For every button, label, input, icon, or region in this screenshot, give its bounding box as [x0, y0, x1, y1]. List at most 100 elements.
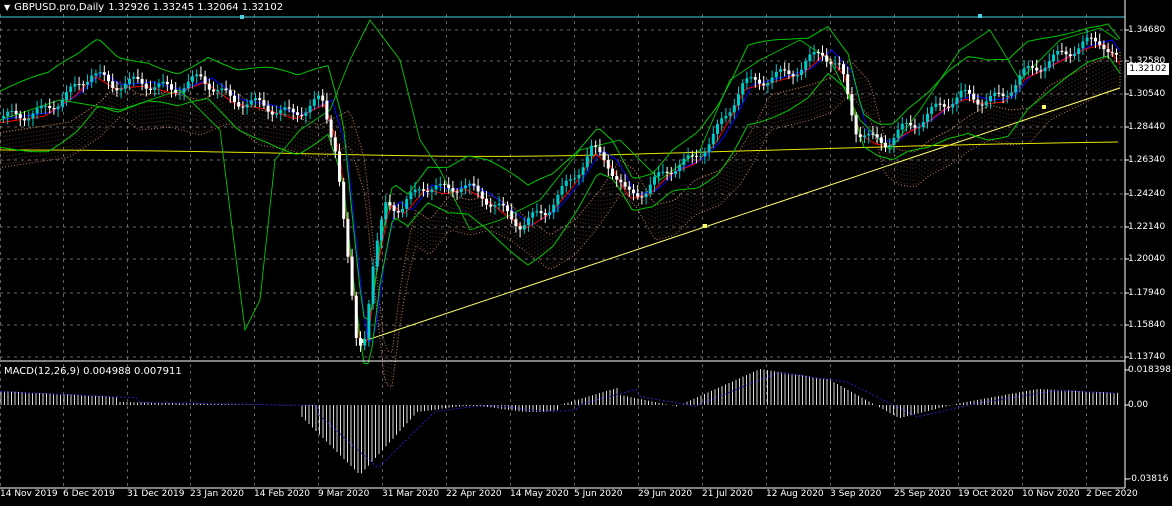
- candle-body: [174, 89, 178, 93]
- candle-body: [913, 125, 917, 128]
- candle-body: [581, 167, 585, 175]
- time-axis-label: 31 Mar 2020: [382, 489, 440, 499]
- macd-axis-label: 0.018398: [1128, 365, 1171, 375]
- candle-body: [476, 185, 480, 192]
- macd-signal-line: [0, 372, 1117, 467]
- candle-body: [2, 116, 5, 118]
- time-axis-label: 12 Aug 2020: [766, 489, 824, 499]
- candle-body: [329, 119, 333, 138]
- candle-body: [690, 155, 694, 157]
- price-axis-label: 1.13740: [1128, 352, 1166, 362]
- candle-body: [947, 106, 950, 108]
- candle-body: [119, 88, 123, 91]
- candle-body: [128, 78, 131, 84]
- candle-body: [233, 95, 236, 103]
- candle-body: [661, 171, 665, 173]
- candle-body: [665, 171, 669, 173]
- candle-body: [749, 77, 753, 79]
- dropdown-triangle-icon[interactable]: ▼: [4, 3, 10, 12]
- candle-body: [959, 90, 963, 98]
- candle-body: [77, 83, 81, 85]
- candle-body: [602, 152, 606, 160]
- candle-body: [165, 81, 169, 85]
- momentum-line: [0, 19, 1119, 332]
- candle-body: [795, 74, 799, 77]
- candle-body: [1085, 37, 1089, 42]
- candle-body: [199, 74, 203, 77]
- candle-body: [632, 189, 635, 194]
- candle-body: [846, 74, 850, 95]
- candle-body: [287, 107, 291, 109]
- candle-body: [191, 76, 194, 82]
- candle-body: [728, 112, 732, 116]
- candle-body: [115, 87, 119, 91]
- candle-body: [258, 98, 262, 101]
- price-chart[interactable]: [0, 0, 1172, 506]
- candle-body: [346, 218, 350, 257]
- candle-body: [569, 179, 572, 181]
- candle-body: [157, 83, 161, 88]
- candle-body: [262, 100, 266, 106]
- candle-body: [892, 137, 896, 145]
- candle-body: [413, 189, 417, 193]
- candle-body: [842, 64, 845, 75]
- candle-body: [430, 189, 434, 193]
- slow-ma-line: [0, 39, 1121, 343]
- candle-body: [275, 113, 278, 115]
- candle-body: [577, 174, 581, 179]
- candle-body: [1052, 54, 1055, 62]
- candle-body: [938, 103, 942, 105]
- candle-body: [396, 210, 400, 213]
- candle-body: [409, 192, 413, 200]
- candle-body: [930, 106, 934, 114]
- macd-histogram: [0, 369, 1118, 474]
- candle-body: [993, 92, 997, 96]
- candle-body: [283, 107, 287, 110]
- candle-body: [699, 156, 703, 158]
- candle-body: [804, 61, 808, 70]
- time-axis-label: 2 Dec 2020: [1086, 489, 1138, 499]
- resistance-handle: [240, 15, 244, 19]
- trend-handle: [703, 224, 707, 228]
- candle-body: [1026, 66, 1030, 69]
- candle-body: [459, 188, 463, 193]
- candle-body: [342, 181, 346, 219]
- candle-body: [951, 104, 955, 108]
- candle-body: [195, 74, 199, 77]
- candle-body: [1001, 93, 1005, 97]
- candle-body: [573, 178, 577, 180]
- candle-body: [653, 176, 656, 185]
- candle-body: [354, 295, 358, 339]
- candle-body: [207, 83, 211, 90]
- candle-body: [60, 99, 64, 107]
- candle-body: [942, 104, 946, 107]
- candle-body: [657, 172, 661, 177]
- candle-body: [1094, 37, 1097, 42]
- candle-body: [627, 186, 631, 190]
- price-axis-label: 1.20040: [1128, 254, 1166, 264]
- candle-body: [300, 115, 304, 117]
- candle-body: [976, 99, 980, 105]
- candle-body: [170, 84, 173, 90]
- time-axis-label: 25 Sep 2020: [894, 489, 952, 499]
- candle-body: [774, 71, 778, 78]
- candle-body: [514, 219, 518, 227]
- price-axis-label: 1.34680: [1128, 25, 1166, 35]
- candle-body: [623, 182, 627, 187]
- candle-body: [884, 142, 887, 148]
- candle-body: [1039, 70, 1043, 72]
- candle-body: [812, 52, 816, 55]
- ichimoku-cloud: [0, 51, 1121, 388]
- candle-body: [619, 179, 623, 183]
- candle-body: [560, 185, 564, 195]
- time-axis-label: 19 Oct 2020: [958, 489, 1014, 499]
- candle-body: [703, 152, 707, 157]
- candle-body: [443, 183, 446, 185]
- candle-body: [518, 226, 522, 230]
- candle-body: [1018, 75, 1022, 86]
- candle-body: [640, 196, 644, 198]
- candle-body: [35, 108, 39, 114]
- candle-body: [837, 63, 841, 65]
- candle-body: [539, 211, 543, 214]
- candle-body: [678, 164, 682, 172]
